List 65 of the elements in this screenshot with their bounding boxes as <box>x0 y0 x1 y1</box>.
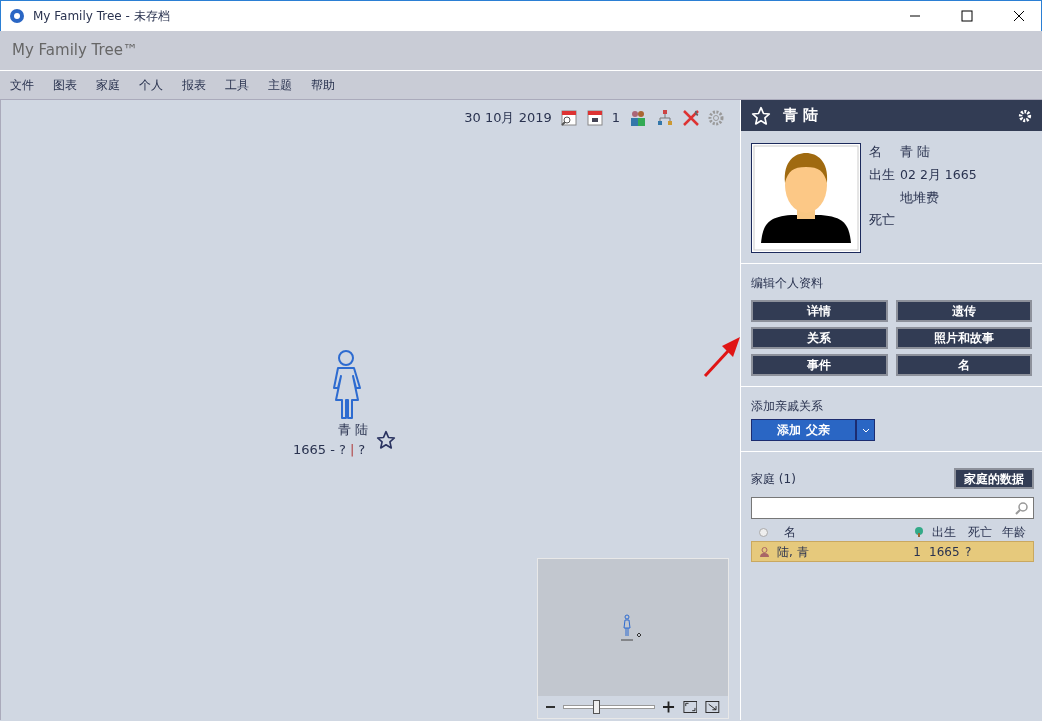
app-header-title: My Family Tree™ <box>12 40 138 62</box>
profile-button[interactable]: 名 <box>895 354 1032 376</box>
section-heading: 编辑个人资料 <box>751 275 824 292</box>
app-icon <box>9 8 25 24</box>
profile-button[interactable]: 照片和故事 <box>895 327 1032 349</box>
radio-icon[interactable] <box>759 527 768 537</box>
section-heading: 家庭 (1) <box>751 470 796 488</box>
annotation-arrow <box>703 336 740 378</box>
menu-item[interactable]: 文件 <box>10 76 34 94</box>
close-icon[interactable] <box>1013 10 1025 22</box>
profile-button[interactable]: 遗传 <box>895 300 1032 322</box>
profile-button[interactable]: 事件 <box>751 354 888 376</box>
menu-item[interactable]: 主题 <box>268 76 292 94</box>
field-value: 02 2月 1665 <box>900 165 977 184</box>
table-cell-text: ? <box>965 543 973 561</box>
column-header[interactable]: 名 <box>784 523 796 541</box>
table-cell-text: 1 <box>913 543 921 561</box>
family-data-button[interactable]: 家庭的数据 <box>954 468 1034 489</box>
column-header[interactable]: 出生 <box>932 523 968 541</box>
tools-icon[interactable] <box>682 108 700 127</box>
favorite-star-icon[interactable] <box>376 430 396 450</box>
people-count: 1 <box>611 109 620 127</box>
menu-item[interactable]: 工具 <box>225 76 249 94</box>
menu-item[interactable]: 报表 <box>182 76 206 94</box>
table-cell-text: 陆, 青 <box>777 543 809 561</box>
column-header[interactable]: 年龄 <box>1002 523 1026 541</box>
column-header[interactable]: 死亡 <box>968 523 1002 541</box>
birth-place: 地堆费 <box>900 188 940 207</box>
person-age: ? <box>358 440 366 459</box>
field-label: 出生 <box>869 165 896 184</box>
separator: | <box>349 440 355 459</box>
field-label: 死亡 <box>869 211 896 230</box>
expand-icon[interactable] <box>705 700 720 714</box>
panel-title: 青 陆 <box>783 105 819 127</box>
menu-item[interactable]: 帮助 <box>311 76 335 94</box>
dropdown-toggle[interactable] <box>856 419 875 441</box>
calendar-icon[interactable] <box>585 108 604 127</box>
search-icon <box>1015 501 1029 515</box>
family-tree-icon[interactable] <box>656 108 674 127</box>
person-lifespan: 1665 - ? <box>293 440 346 459</box>
profile-button[interactable]: 关系 <box>751 327 888 349</box>
menu-item[interactable]: 家庭 <box>96 76 120 94</box>
menu-item[interactable]: 图表 <box>53 76 77 94</box>
family-row[interactable]: 陆, 青 1 1665 ? <box>751 541 1034 562</box>
person-name: 青 陆 <box>336 421 370 439</box>
search-field[interactable] <box>751 497 1034 519</box>
window-title: My Family Tree - 未存档 <box>33 8 170 25</box>
table-cell-text: 1665 <box>929 543 961 561</box>
tree-icon <box>914 527 924 537</box>
add-relative-button[interactable]: 添加 父亲 <box>751 419 856 441</box>
profile-photo[interactable] <box>751 143 861 253</box>
menu-item[interactable]: 个人 <box>139 76 163 94</box>
person-icon <box>760 546 769 557</box>
caret-icon <box>861 428 870 433</box>
tree-date: 30 10月 2019 <box>464 109 552 127</box>
maximize-icon[interactable] <box>961 10 973 22</box>
fit-screen-icon[interactable] <box>682 700 698 714</box>
people-icon[interactable] <box>628 108 648 127</box>
calendar-search-icon[interactable] <box>559 108 578 127</box>
section-heading: 添加亲戚关系 <box>751 398 824 415</box>
field-value: 青 陆 <box>900 143 930 161</box>
field-label: 名 <box>869 143 883 161</box>
zoom-slider-thumb[interactable] <box>592 700 600 714</box>
zoom-in-icon[interactable] <box>663 701 675 713</box>
profile-button[interactable]: 详情 <box>751 300 888 322</box>
